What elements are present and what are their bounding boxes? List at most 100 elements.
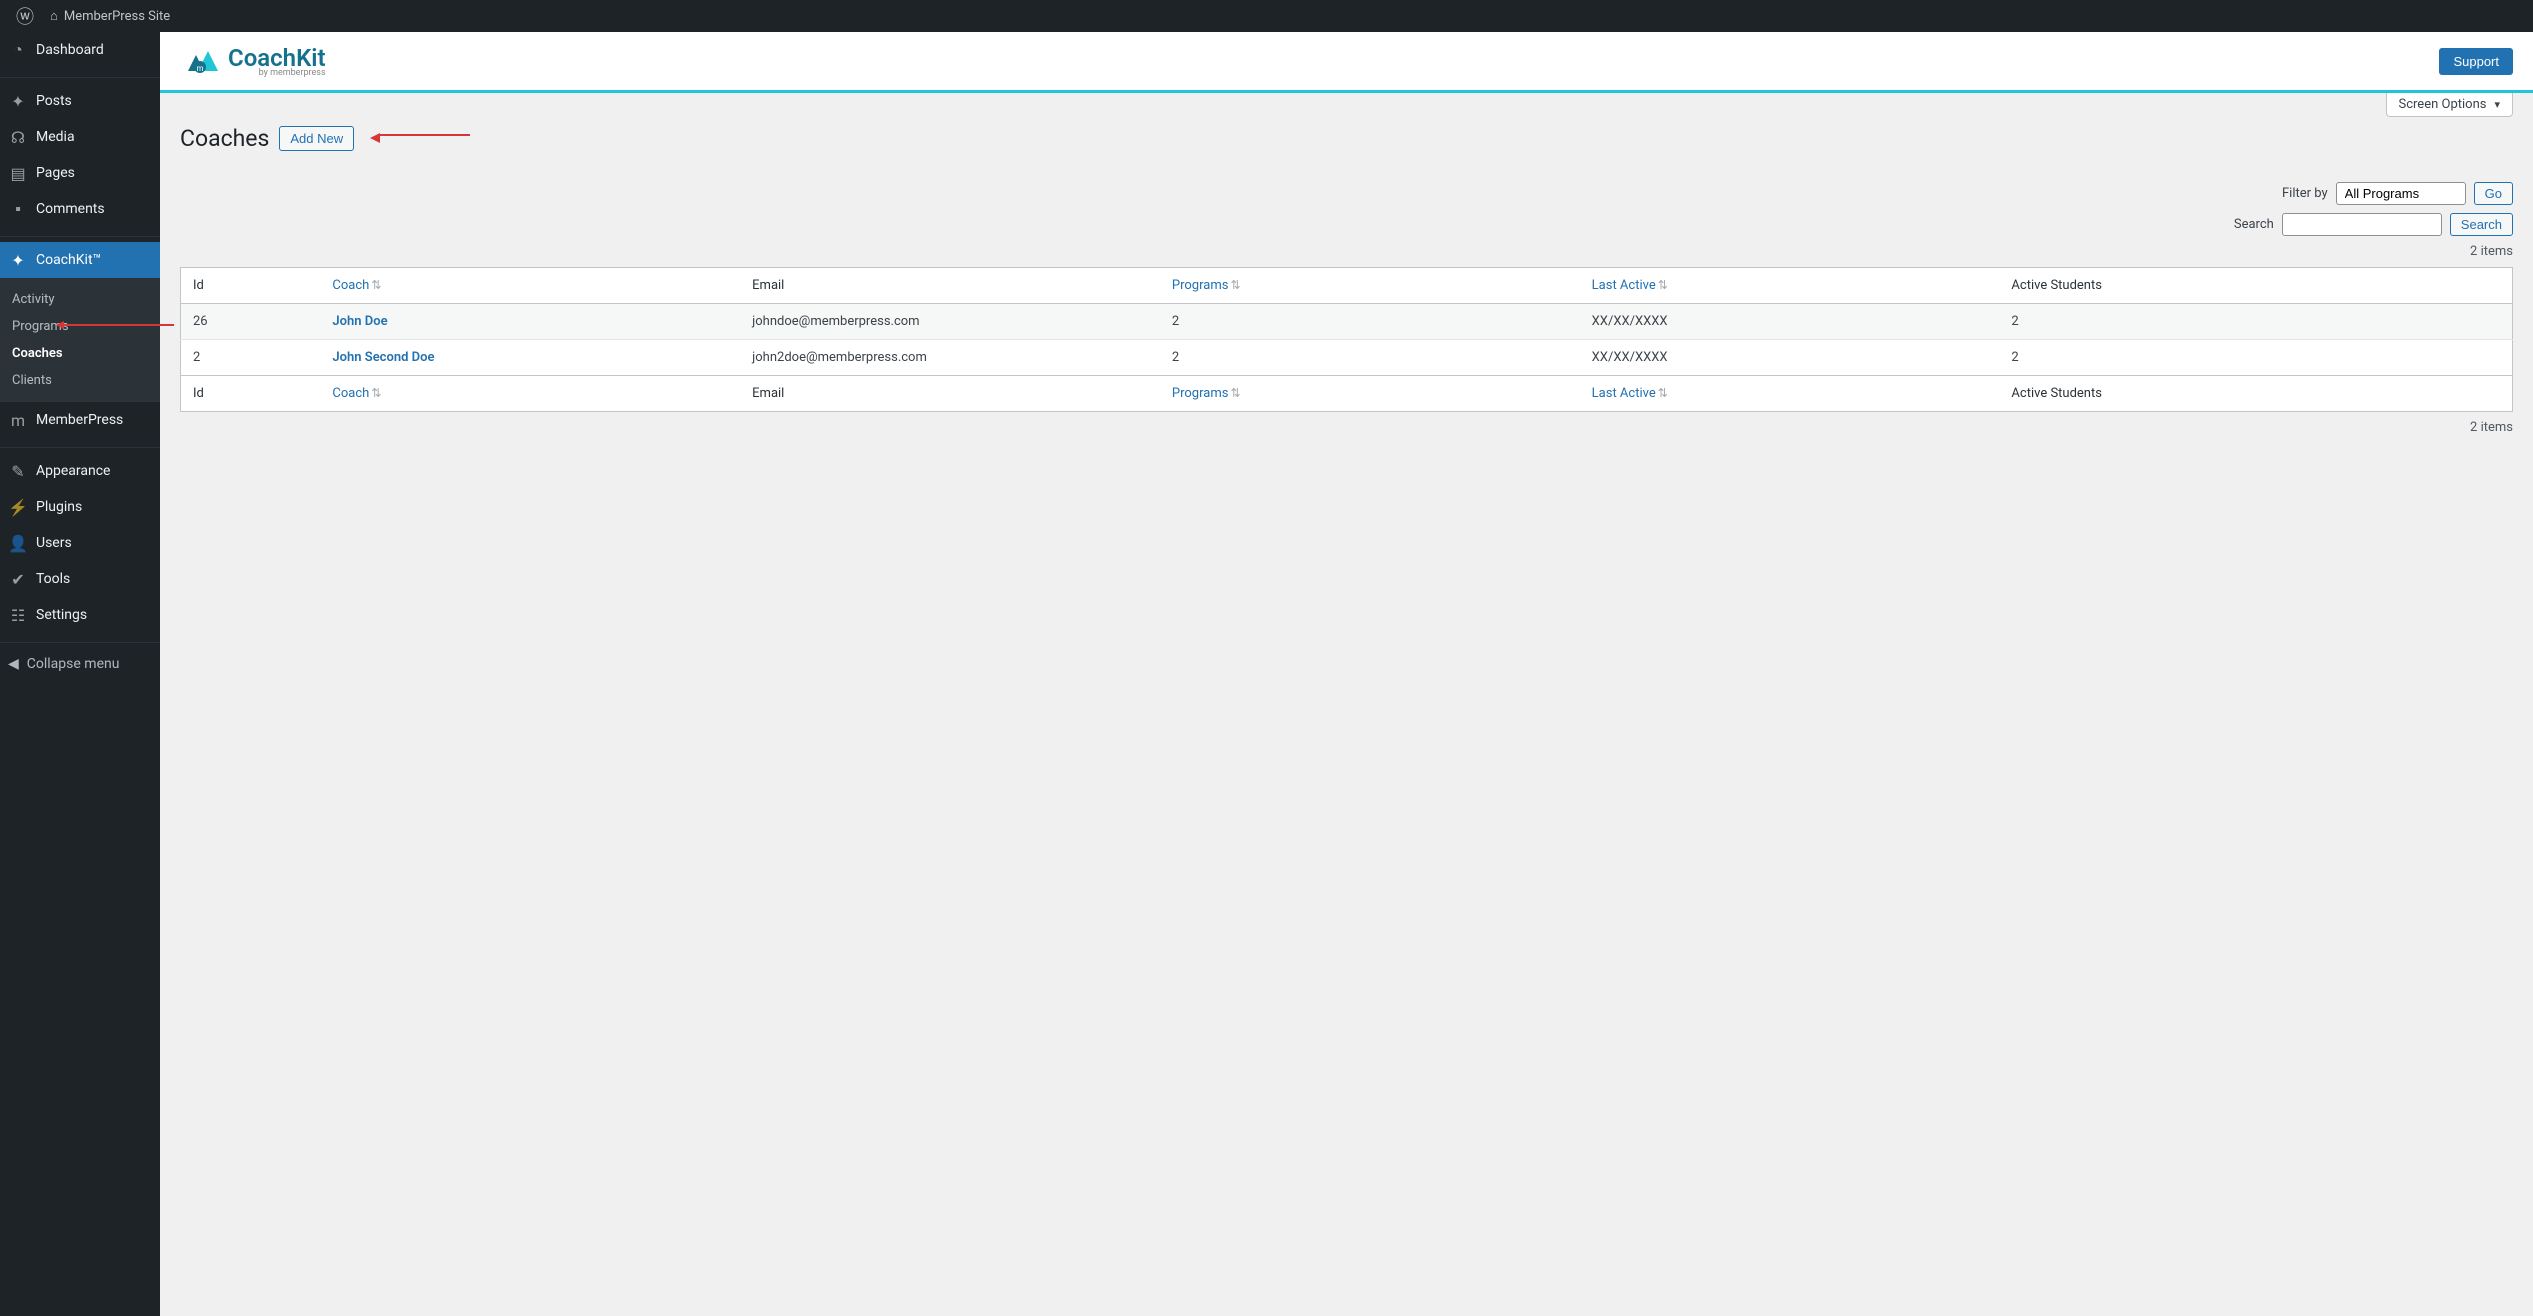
coach-link[interactable]: John Second Doe [332,350,434,365]
media-icon: ☊ [8,127,28,147]
submenu-clients[interactable]: Clients [0,367,160,394]
cell-email: johndoe@memberpress.com [740,304,1160,340]
menu-coachkit[interactable]: ✦CoachKit™ [0,242,160,278]
search-button[interactable]: Search [2450,213,2513,236]
col-students: Active Students [1999,268,2512,304]
cell-id: 2 [181,340,321,376]
svg-text:m: m [196,64,203,73]
wp-logo[interactable]: ⓦ [8,3,42,29]
pages-icon: ▤ [8,163,28,183]
menu-label: Media [36,129,75,145]
sort-icon: ⇅ [1230,386,1240,400]
memberpress-icon: m [8,410,28,430]
menu-settings[interactable]: ☷ Settings [0,597,160,633]
menu-label: MemberPress [36,412,123,428]
collapse-label: Collapse menu [27,656,120,672]
search-label: Search [2234,217,2274,232]
col-programs-label: Programs [1172,386,1229,401]
submenu-activity[interactable]: Activity [0,286,160,313]
comments-icon: ▪ [8,199,28,219]
col-email: Email [740,268,1160,304]
coach-link[interactable]: John Doe [332,314,387,329]
search-input[interactable] [2282,213,2442,236]
col-coach-label: Coach [332,386,369,401]
menu-label: Users [36,535,72,551]
support-button[interactable]: Support [2439,48,2513,75]
col-id: Id [181,268,321,304]
col-coach[interactable]: Coach⇅ [320,268,740,304]
menu-tools[interactable]: ✔ Tools [0,561,160,597]
col-coach-label: Coach [332,278,369,293]
col-email-foot: Email [740,376,1160,412]
sort-icon: ⇅ [1230,278,1240,292]
col-lastactive-label: Last Active [1592,386,1656,401]
submenu-coaches[interactable]: Coaches [0,340,160,367]
menu-posts[interactable]: ✦ Posts [0,83,160,119]
menu-label: Dashboard [36,42,104,58]
cell-id: 26 [181,304,321,340]
screen-options-label: Screen Options [2399,97,2487,112]
menu-media[interactable]: ☊ Media [0,119,160,155]
wordpress-icon: ⓦ [16,3,34,29]
go-button[interactable]: Go [2474,182,2513,205]
col-programs[interactable]: Programs⇅ [1160,268,1580,304]
home-icon: ⌂ [50,8,58,24]
programs-filter-select[interactable]: All Programs [2336,182,2466,205]
cell-lastactive: XX/XX/XXXX [1580,304,2000,340]
logo-mountain-icon: m [180,47,222,75]
menu-users[interactable]: 👤 Users [0,525,160,561]
plugin-header: m CoachKit by memberpress Support [160,32,2533,93]
site-link[interactable]: ⌂ MemberPress Site [42,8,178,24]
menu-label: Posts [36,93,72,109]
cell-students: 2 [1999,304,2512,340]
cell-lastactive: XX/XX/XXXX [1580,340,2000,376]
screen-options-toggle[interactable]: Screen Options [2386,93,2514,117]
user-icon: 👤 [8,533,28,553]
menu-dashboard[interactable]: ◔ Dashboard [0,32,160,68]
sort-icon: ⇅ [1658,278,1668,292]
admin-bar: ⓦ ⌂ MemberPress Site [0,0,2533,32]
menu-appearance[interactable]: ✎ Appearance [0,453,160,489]
page-title: Coaches [180,125,269,152]
site-name: MemberPress Site [64,9,170,24]
col-students-foot: Active Students [1999,376,2512,412]
mountain-icon: ✦ [8,250,28,270]
table-row: 26 John Doe johndoe@memberpress.com 2 XX… [181,304,2513,340]
menu-label: Tools [36,571,70,587]
menu-plugins[interactable]: ⚡Plugins [0,489,160,525]
table-row: 2 John Second Doe john2doe@memberpress.c… [181,340,2513,376]
menu-pages[interactable]: ▤ Pages [0,155,160,191]
cell-students: 2 [1999,340,2512,376]
col-lastactive-foot[interactable]: Last Active⇅ [1580,376,2000,412]
sort-icon: ⇅ [371,386,381,400]
sort-icon: ⇅ [1658,386,1668,400]
coaches-table: Id Coach⇅ Email Programs⇅ Last Active⇅ A… [180,267,2513,412]
menu-label: Settings [36,607,87,623]
pin-icon: ✦ [8,91,28,111]
brush-icon: ✎ [8,461,28,481]
col-programs-foot[interactable]: Programs⇅ [1160,376,1580,412]
admin-sidebar: ◔ Dashboard ✦ Posts ☊ Media ▤ Pages ▪ Comment… [0,32,160,1316]
filter-by-label: Filter by [2282,186,2328,201]
cell-email: john2doe@memberpress.com [740,340,1160,376]
items-count-bottom: 2 items [180,420,2513,435]
menu-label: Comments [36,201,105,217]
menu-label: Plugins [36,499,82,515]
collapse-icon: ◀ [8,656,19,672]
dashboard-icon: ◔ [8,40,28,60]
sliders-icon: ☷ [8,605,28,625]
col-lastactive[interactable]: Last Active⇅ [1580,268,2000,304]
cell-programs: 2 [1160,340,1580,376]
items-count-top: 2 items [180,244,2513,259]
menu-label: Pages [36,165,75,181]
col-id-foot: Id [181,376,321,412]
content-area: m CoachKit by memberpress Support Screen… [160,32,2533,455]
collapse-menu[interactable]: ◀ Collapse menu [0,648,160,680]
menu-label: Appearance [36,463,110,479]
menu-comments[interactable]: ▪ Comments [0,191,160,227]
menu-memberpress[interactable]: m MemberPress [0,402,160,438]
col-lastactive-label: Last Active [1592,278,1656,293]
wrench-icon: ✔ [8,569,28,589]
col-coach-foot[interactable]: Coach⇅ [320,376,740,412]
add-new-button[interactable]: Add New [279,126,354,151]
